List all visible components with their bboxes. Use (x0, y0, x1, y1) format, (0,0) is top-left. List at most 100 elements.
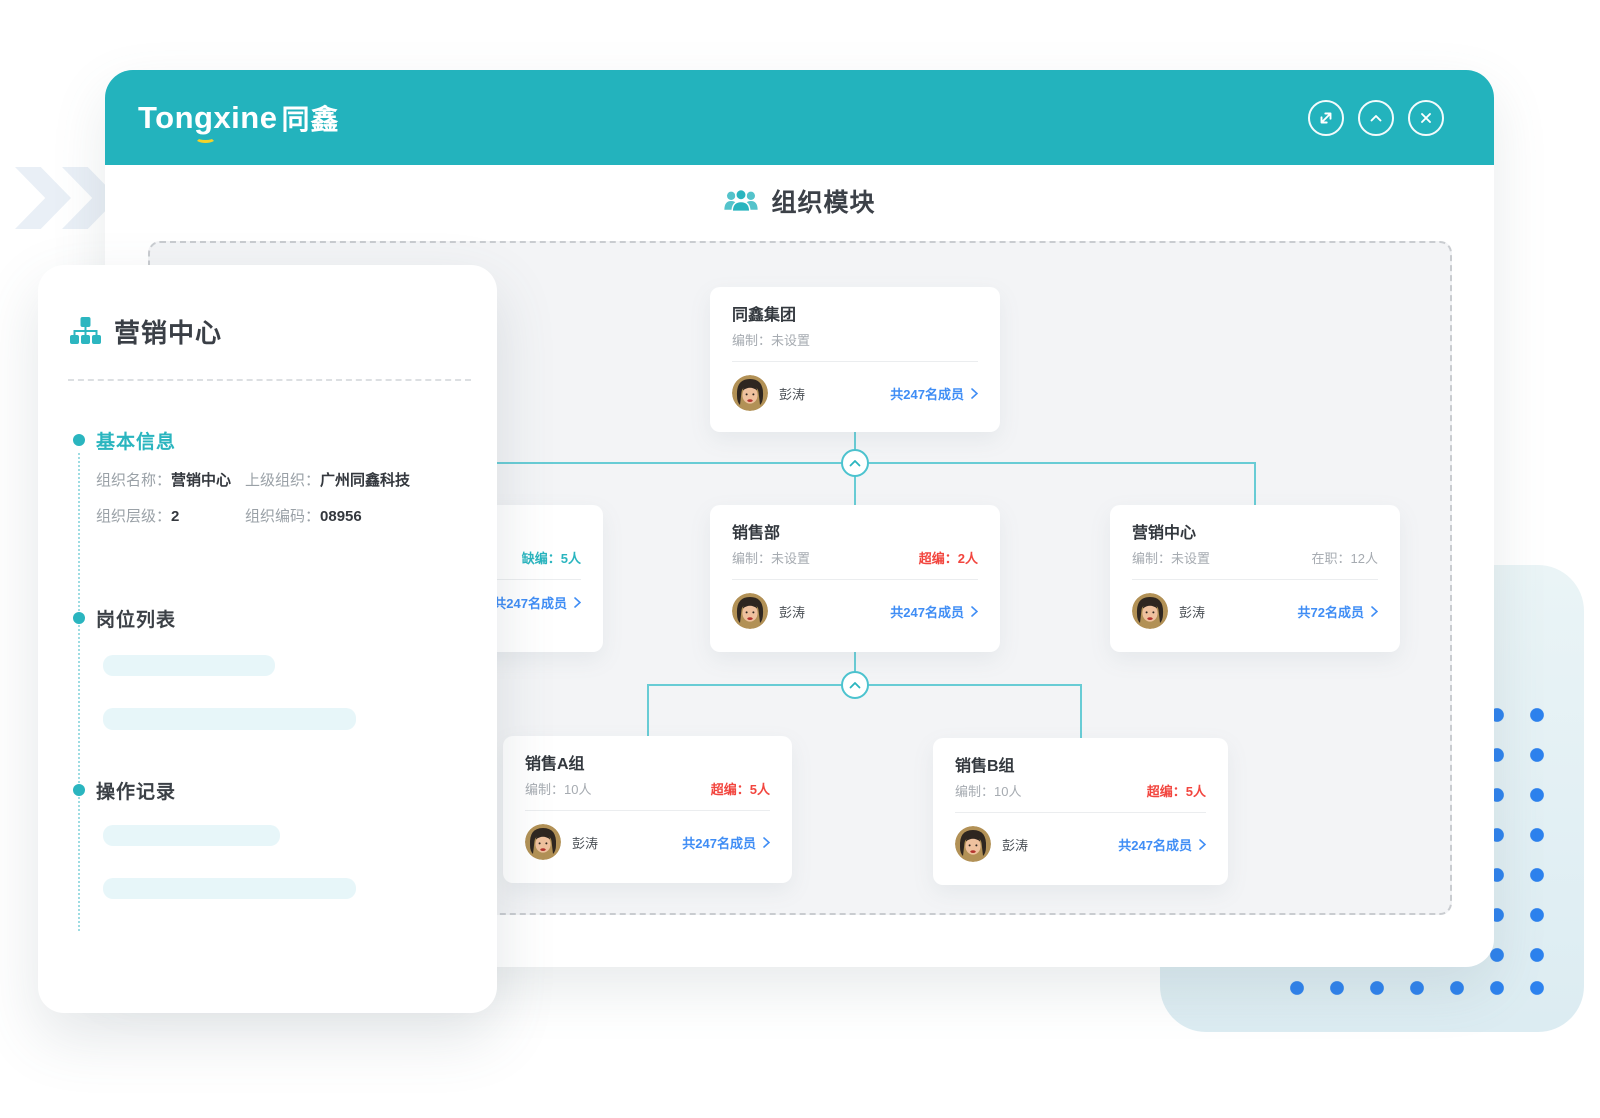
placeholder-bar (103, 655, 275, 676)
timeline-bullet (73, 612, 85, 624)
field-label: 上级组织： (245, 471, 320, 490)
member-name: 彭涛 (572, 833, 598, 852)
timeline-bullet (73, 784, 85, 796)
org-card-status: 超编：5人 (1147, 784, 1206, 800)
chevron-right-icon (574, 597, 581, 608)
org-card-establishment: 编制：10人 (525, 782, 591, 798)
chevron-right-icon (763, 837, 770, 848)
dashed-divider (68, 379, 471, 381)
chevron-right-icon (1371, 606, 1378, 617)
member-name: 彭涛 (1179, 602, 1205, 621)
section-heading-operation-log: 操作记录 (96, 777, 176, 804)
org-card-status: 超编：2人 (919, 551, 978, 567)
members-link[interactable]: 共247名成员 (1118, 835, 1206, 854)
org-card-establishment: 编制：10人 (955, 784, 1021, 800)
members-link[interactable]: 共247名成员 (493, 593, 581, 612)
org-card-title: 销售部 (732, 524, 978, 544)
divider (732, 361, 978, 362)
section-heading-position-list: 岗位列表 (96, 605, 176, 632)
expand-icon (1317, 109, 1335, 127)
org-card-title: 销售B组 (955, 757, 1206, 777)
members-link-label: 共247名成员 (890, 384, 964, 403)
logo-smile-icon (195, 133, 216, 143)
collapse-node-button[interactable] (841, 671, 869, 699)
org-card-title: 同鑫集团 (732, 306, 978, 326)
avatar (525, 824, 561, 860)
people-group-icon (723, 188, 759, 215)
org-card-title: 销售A组 (525, 755, 770, 775)
org-card-status: 超编：5人 (711, 782, 770, 798)
divider (1132, 579, 1378, 580)
placeholder-bar (103, 708, 356, 730)
org-card-establishment: 编制：未设置 (1132, 551, 1210, 567)
org-card-establishment: 编制：未设置 (732, 333, 810, 349)
members-link-label: 共247名成员 (493, 593, 567, 612)
chevron-up-icon (849, 459, 861, 467)
org-tree-icon (70, 317, 101, 346)
decor-chevron-icon (15, 167, 71, 229)
chevron-right-icon (971, 388, 978, 399)
members-link-label: 共247名成员 (890, 602, 964, 621)
brand-logo-cjk: 同鑫 (281, 98, 339, 138)
chevron-right-icon (1199, 839, 1206, 850)
org-card-sales-b[interactable]: 销售B组 编制：10人 超编：5人 彭涛 共247名成员 (933, 738, 1228, 885)
members-link-label: 共72名成员 (1298, 602, 1364, 621)
org-card-root[interactable]: 同鑫集团 编制：未设置 彭涛 共247名成员 (710, 287, 1000, 432)
members-link-label: 共247名成员 (1118, 835, 1192, 854)
members-link[interactable]: 共72名成员 (1298, 602, 1378, 621)
member-name: 彭涛 (779, 602, 805, 621)
chevron-up-icon (1367, 109, 1385, 127)
field-label: 组织名称： (96, 471, 171, 490)
divider (525, 810, 770, 811)
collapse-button[interactable] (1358, 100, 1394, 136)
chevron-up-icon (849, 681, 861, 689)
members-link[interactable]: 共247名成员 (890, 602, 978, 621)
brand-logo-latin: Tongxine (138, 100, 277, 136)
org-card-sales-a[interactable]: 销售A组 编制：10人 超编：5人 彭涛 共247名成员 (503, 736, 792, 883)
member-name: 彭涛 (779, 384, 805, 403)
module-title: 组织模块 (105, 183, 1494, 219)
collapse-node-button[interactable] (841, 449, 869, 477)
field-value: 2 (171, 507, 179, 526)
avatar (732, 375, 768, 411)
detail-panel-title: 营销中心 (114, 313, 222, 350)
close-icon (1417, 109, 1435, 127)
connector-line (1254, 462, 1256, 505)
divider (732, 579, 978, 580)
members-link[interactable]: 共247名成员 (682, 833, 770, 852)
field-value: 广州同鑫科技 (320, 471, 410, 490)
detail-panel: 营销中心 基本信息 组织名称： 营销中心 上级组织： 广州同鑫科技 组织层级： … (38, 265, 497, 1013)
org-card-sales-dept[interactable]: 销售部 编制：未设置 超编：2人 彭涛 共247名成员 (710, 505, 1000, 652)
org-card-establishment: 编制：未设置 (732, 551, 810, 567)
avatar (955, 826, 991, 862)
avatar (1132, 593, 1168, 629)
placeholder-bar (103, 825, 280, 846)
avatar (732, 593, 768, 629)
timeline-bullet (73, 434, 85, 446)
field-value: 08956 (320, 507, 362, 526)
decor-dot-row (1277, 968, 1557, 1008)
timeline-line (78, 453, 80, 931)
members-link[interactable]: 共247名成员 (890, 384, 978, 403)
org-card-status: 在职：12人 (1312, 551, 1378, 567)
connector-line (1080, 684, 1082, 738)
member-name: 彭涛 (1002, 835, 1028, 854)
section-heading-basic-info: 基本信息 (96, 427, 176, 454)
expand-button[interactable] (1308, 100, 1344, 136)
org-card-title: 营销中心 (1132, 524, 1378, 544)
close-button[interactable] (1408, 100, 1444, 136)
placeholder-bar (103, 878, 356, 899)
chevron-right-icon (971, 606, 978, 617)
org-card-marketing[interactable]: 营销中心 编制：未设置 在职：12人 彭涛 共72名成员 (1110, 505, 1400, 652)
connector-line (647, 684, 649, 736)
members-link-label: 共247名成员 (682, 833, 756, 852)
divider (955, 812, 1206, 813)
brand-logo: Tongxine 同鑫 (138, 96, 340, 140)
title-bar: Tongxine 同鑫 (105, 70, 1494, 165)
field-value: 营销中心 (171, 471, 231, 490)
org-card-status: 缺编：5人 (522, 551, 581, 567)
field-label: 组织编码： (245, 507, 320, 526)
field-label: 组织层级： (96, 507, 171, 526)
detail-panel-header: 营销中心 (70, 313, 222, 350)
page-title: 组织模块 (771, 183, 875, 219)
